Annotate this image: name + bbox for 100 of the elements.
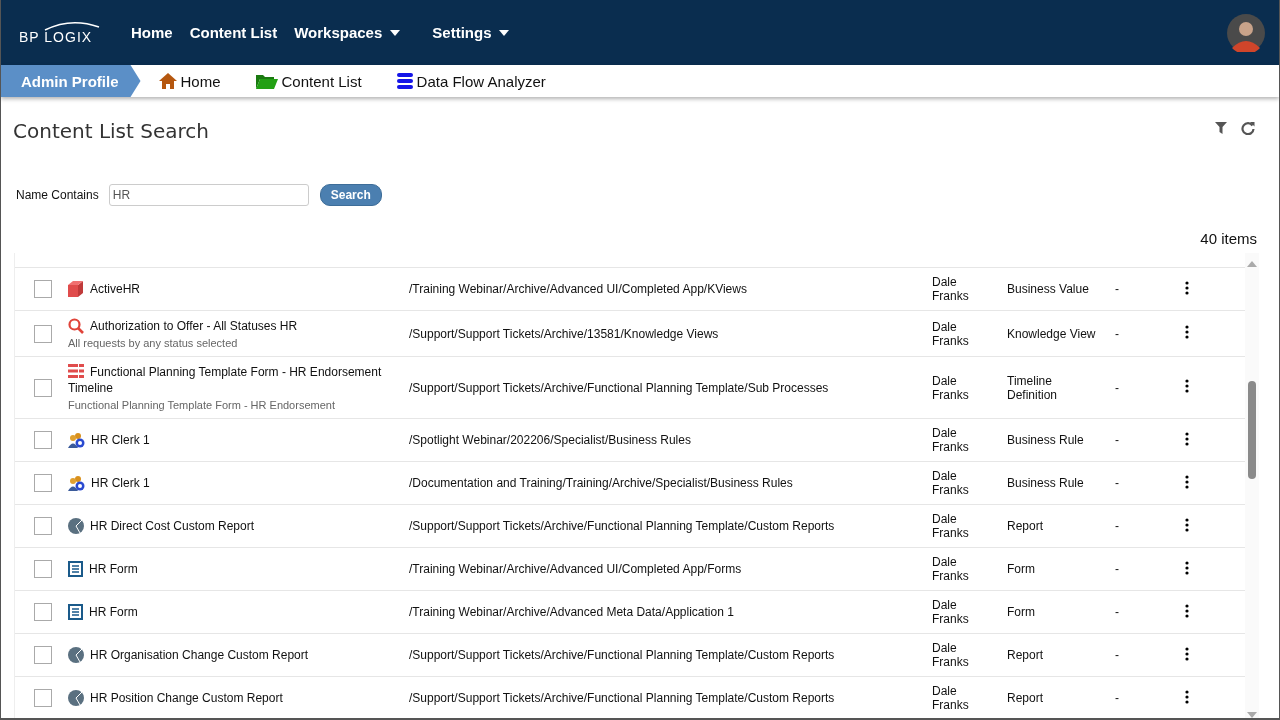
status-cell-text: - xyxy=(1115,326,1120,341)
more-icon[interactable] xyxy=(1185,603,1189,618)
item-description: All requests by any status selected xyxy=(68,337,239,349)
item-name[interactable]: HR Direct Cost Custom Report xyxy=(68,518,409,534)
database-icon xyxy=(396,73,413,89)
more-icon[interactable] xyxy=(1185,474,1189,489)
folder-icon xyxy=(255,73,278,89)
more-icon[interactable] xyxy=(1185,431,1189,446)
row-checkbox[interactable] xyxy=(34,517,52,535)
type-cell-text: Report xyxy=(1007,691,1045,705)
path-cell-text: /Support/Support Tickets/Archive/Functional Planning Template/Sub Processes xyxy=(409,380,830,395)
field-label: Name Contains xyxy=(16,188,99,202)
owner-cell-text: Dale Franks xyxy=(932,554,970,585)
users-icon xyxy=(68,432,85,448)
type-cell-text: Business Rule xyxy=(1007,476,1085,490)
owner-cell-text: Dale Franks xyxy=(932,511,970,542)
type-cell-text: Form xyxy=(1007,562,1036,576)
row-checkbox[interactable] xyxy=(34,378,52,397)
item-name[interactable]: ActiveHR xyxy=(68,281,409,297)
status-cell-text: - xyxy=(1115,282,1120,296)
item-name[interactable]: Functional Planning Template Form - HR Endorsement Timeline xyxy=(68,364,409,396)
item-count: 40 items xyxy=(1199,230,1257,247)
more-icon[interactable] xyxy=(1185,280,1189,295)
status-cell-text: - xyxy=(1115,648,1120,662)
type-cell-text: Form xyxy=(1007,605,1036,619)
owner-cell-text: Dale Franks xyxy=(932,597,970,628)
scroll-up-icon[interactable] xyxy=(1247,261,1257,267)
scrollbar[interactable] xyxy=(1245,253,1259,718)
search-icon xyxy=(68,318,84,334)
item-name[interactable]: HR Clerk 1 xyxy=(68,432,409,448)
path-cell-text: /Support/Support Tickets/Archive/Functional Planning Template/Custom Reports xyxy=(409,691,836,705)
owner-cell-text: Dale Franks xyxy=(932,274,970,305)
item-name[interactable]: Authorization to Offer - All Statuses HR xyxy=(68,318,409,334)
pie-chart-icon xyxy=(68,647,84,663)
scroll-thumb[interactable] xyxy=(1248,381,1256,479)
search-field[interactable]: HR xyxy=(108,184,309,206)
breadcrumb-link[interactable]: Home xyxy=(158,72,221,90)
form-icon xyxy=(68,561,83,577)
nav-link[interactable]: Workspaces xyxy=(294,24,401,41)
type-cell-text: Report xyxy=(1007,648,1045,662)
item-name[interactable]: HR Form xyxy=(68,604,409,620)
row-checkbox[interactable] xyxy=(34,689,52,707)
path-cell-text: /Support/Support Tickets/Archive/13581/Knowledge Views xyxy=(409,326,720,341)
type-cell-text: Report xyxy=(1007,519,1045,533)
more-icon[interactable] xyxy=(1185,560,1189,575)
type-cell-text: Timeline Definition xyxy=(1007,373,1059,402)
item-name[interactable]: HR Position Change Custom Report xyxy=(68,690,409,706)
owner-cell-text: Dale Franks xyxy=(932,683,970,714)
status-cell-text: - xyxy=(1115,562,1120,576)
more-icon[interactable] xyxy=(1185,517,1189,532)
nav-link[interactable]: Home xyxy=(131,24,173,41)
path-cell-text: /Training Webinar/Archive/Advanced UI/Completed App/Forms xyxy=(409,562,743,576)
path-cell-text: /Training Webinar/Archive/Advanced Meta Data/Application 1 xyxy=(409,605,735,619)
search-button[interactable]: Search xyxy=(319,184,382,206)
form-icon xyxy=(68,604,83,620)
pie-chart-icon xyxy=(68,690,84,706)
home-icon xyxy=(158,73,177,89)
status-cell-text: - xyxy=(1115,433,1120,447)
item-name[interactable]: HR Form xyxy=(68,561,409,577)
row-checkbox[interactable] xyxy=(34,560,52,578)
row-checkbox[interactable] xyxy=(34,431,52,449)
scroll-down-icon[interactable] xyxy=(1247,712,1257,718)
row-checkbox[interactable] xyxy=(34,474,52,492)
filter-icon[interactable] xyxy=(1215,122,1227,134)
page-title: Content List Search xyxy=(13,119,209,143)
refresh-icon[interactable] xyxy=(1241,121,1255,135)
owner-cell-text: Dale Franks xyxy=(932,372,970,404)
status-cell-text: - xyxy=(1115,605,1120,619)
breadcrumb-link[interactable]: Content List xyxy=(255,72,362,90)
status-cell-text: - xyxy=(1115,691,1120,705)
type-cell-text: Business Value xyxy=(1007,282,1090,296)
status-cell-text: - xyxy=(1115,380,1120,395)
more-icon[interactable] xyxy=(1185,379,1189,393)
timeline-icon xyxy=(68,364,84,378)
path-cell-text: /Documentation and Training/Training/Archive/Specialist/Business Rules xyxy=(409,476,794,490)
row-checkbox[interactable] xyxy=(34,280,52,298)
nav-link[interactable]: Settings xyxy=(432,24,510,41)
nav-link[interactable]: Content List xyxy=(189,24,278,41)
row-checkbox[interactable] xyxy=(34,324,52,343)
more-icon[interactable] xyxy=(1185,646,1189,661)
more-icon[interactable] xyxy=(1185,689,1189,704)
owner-cell-text: Dale Franks xyxy=(932,425,970,456)
logo[interactable]: BP LOGIX xyxy=(19,20,103,45)
users-icon xyxy=(68,475,85,491)
path-cell-text: /Spotlight Webinar/202206/Specialist/Business Rules xyxy=(409,433,692,447)
path-cell-text: /Training Webinar/Archive/Advanced UI/Completed App/KViews xyxy=(409,282,748,296)
cube-icon xyxy=(68,281,84,297)
row-checkbox[interactable] xyxy=(34,603,52,621)
breadcrumb-link[interactable]: Data Flow Analyzer xyxy=(396,72,546,90)
item-name[interactable]: HR Clerk 1 xyxy=(68,475,409,491)
more-icon[interactable] xyxy=(1185,325,1189,339)
pie-chart-icon xyxy=(68,518,84,534)
avatar[interactable] xyxy=(1227,13,1265,52)
path-cell-text: /Support/Support Tickets/Archive/Functional Planning Template/Custom Reports xyxy=(409,519,836,533)
path-cell-text: /Support/Support Tickets/Archive/Functional Planning Template/Custom Reports xyxy=(409,648,836,662)
owner-cell-text: Dale Franks xyxy=(932,640,970,671)
row-checkbox[interactable] xyxy=(34,646,52,664)
item-name[interactable]: HR Organisation Change Custom Report xyxy=(68,647,409,663)
item-description: Functional Planning Template Form - HR Endorsement xyxy=(68,399,336,411)
owner-cell-text: Dale Franks xyxy=(932,468,970,499)
